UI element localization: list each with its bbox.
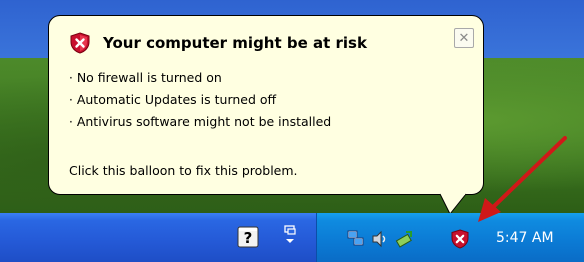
risk-item: · Automatic Updates is turned off [69, 92, 277, 107]
close-icon[interactable]: ✕ [459, 32, 470, 45]
chevron-expand-icon[interactable] [283, 224, 297, 246]
security-balloon-tip[interactable]: Your computer might be at risk ✕ · No fir… [48, 15, 484, 195]
help-icon[interactable]: ? [237, 226, 259, 248]
balloon-tail [440, 193, 467, 215]
security-shield-icon [70, 32, 90, 54]
volume-icon[interactable] [370, 229, 390, 249]
risk-item: · No firewall is turned on [69, 70, 222, 85]
fix-instruction[interactable]: Click this balloon to fix this problem. [69, 163, 298, 178]
annotation-arrow [478, 136, 567, 222]
risk-list: · No firewall is turned on · Automatic Upd… [69, 67, 331, 133]
svg-text:?: ? [244, 229, 253, 247]
network-icon[interactable] [346, 229, 366, 249]
balloon-header: Your computer might be at risk [69, 30, 367, 56]
security-center-shield-icon[interactable] [450, 229, 470, 249]
close-button[interactable]: ✕ [454, 28, 474, 48]
safely-remove-hardware-icon[interactable] [394, 229, 414, 249]
balloon-title: Your computer might be at risk [103, 34, 367, 52]
risk-item: · Antivirus software might not be install… [69, 114, 332, 129]
